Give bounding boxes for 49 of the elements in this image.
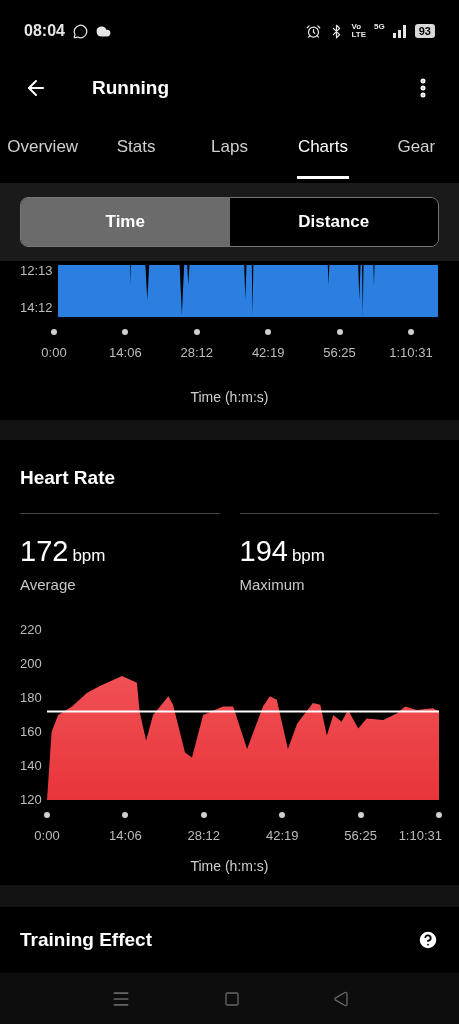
x-axis-label: 56:25	[323, 344, 356, 362]
volte-label: LTE	[351, 31, 367, 39]
y-axis-label: 180	[20, 690, 42, 706]
y-axis-label: 220	[20, 622, 42, 638]
axis-title: Time (h:m:s)	[190, 857, 269, 876]
stat-value: 172	[20, 534, 69, 569]
tab[interactable]: Stats	[89, 118, 183, 183]
tab[interactable]: Gear	[369, 118, 459, 183]
x-axis-label: 28:12	[180, 344, 214, 362]
chat-icon	[72, 23, 88, 39]
x-axis-label: 1:10:31	[389, 344, 433, 362]
tab[interactable]: Overview	[0, 118, 90, 183]
x-axis-label: 14:06	[109, 344, 142, 362]
section-title: Training Effect	[20, 927, 152, 952]
clock-time: 08:04	[24, 21, 65, 41]
stat-unit: bpm	[72, 545, 106, 567]
volte-label: Vo	[351, 23, 363, 31]
segment-toggle[interactable]: Distance	[229, 198, 438, 246]
network-label: 5G	[374, 21, 385, 33]
back-icon[interactable]	[332, 990, 349, 1007]
stat-unit: bpm	[291, 545, 325, 567]
page-title: Running	[92, 75, 171, 100]
x-axis-label: 42:19	[265, 827, 299, 845]
help-icon[interactable]	[417, 929, 439, 951]
x-axis-label: 56:25	[344, 827, 377, 845]
section-title: Heart Rate	[20, 466, 116, 488]
y-axis-label: 12:13	[20, 262, 54, 280]
signal-icon	[392, 24, 407, 38]
y-axis-label: 14:12	[20, 298, 54, 317]
alarm-icon	[305, 23, 321, 39]
x-axis-label: 42:19	[251, 344, 285, 362]
y-axis-label: 200	[20, 656, 42, 672]
segment-toggle[interactable]: Time	[21, 198, 230, 246]
y-axis-label: 120	[20, 792, 42, 808]
tab[interactable]: Laps	[182, 118, 277, 183]
cloud-icon	[95, 23, 111, 39]
x-axis-label: 28:12	[187, 827, 220, 845]
y-axis-label: 160	[20, 724, 42, 740]
stat-label: Average	[20, 574, 77, 595]
axis-title: Time (h:m:s)	[190, 387, 269, 407]
stat-value: 194	[239, 534, 288, 569]
x-axis-label: 0:00	[34, 827, 60, 845]
stat-label: Maximum	[239, 574, 306, 595]
tab[interactable]: Charts	[276, 118, 370, 183]
x-axis-label: 0:00	[41, 344, 67, 362]
y-axis-label: 140	[20, 758, 42, 774]
battery-indicator: 93	[414, 24, 435, 38]
x-axis-label: 14:06	[109, 827, 142, 845]
x-axis-label: 1:10:31	[398, 827, 442, 845]
